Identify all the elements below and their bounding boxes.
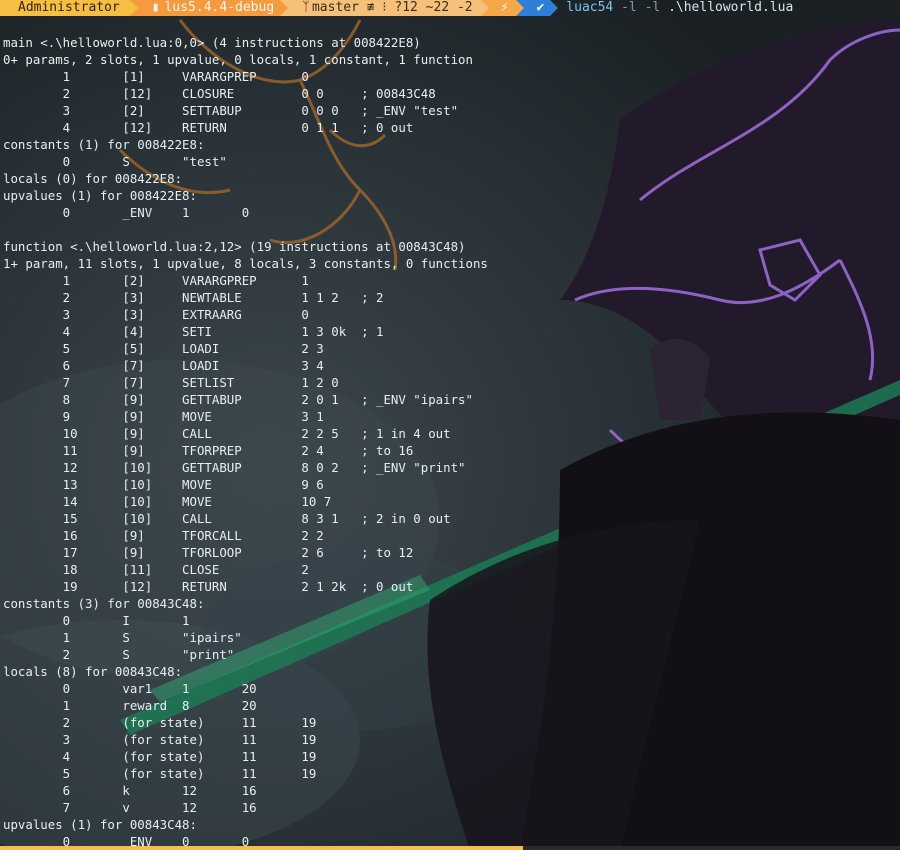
prompt-user: Administrator — [18, 0, 120, 15]
output-line: 6 k 12 16 — [3, 783, 257, 798]
output-line: 5 [5] LOADI 2 3 — [3, 341, 324, 356]
output-line: constants (1) for 008422E8: — [3, 137, 205, 152]
output-line: 10 [9] CALL 2 2 5 ; 1 in 4 out — [3, 426, 451, 441]
output-line: 6 [7] LOADI 3 4 — [3, 358, 324, 373]
output-line: 17 [9] TFORLOOP 2 6 ; to 12 — [3, 545, 414, 560]
output-line: 2 (for state) 11 19 — [3, 715, 317, 730]
output-line: upvalues (1) for 008422E8: — [3, 188, 197, 203]
output-line: 3 [3] EXTRAARG 0 — [3, 307, 309, 322]
output-line: 2 [3] NEWTABLE 1 1 2 ; 2 — [3, 290, 384, 305]
output-line: function <.\helloworld.lua:2,12> (19 ins… — [3, 239, 466, 254]
command-flags: -l -l — [621, 0, 661, 15]
output-line: 14 [10] MOVE 10 7 — [3, 494, 332, 509]
output-line: 2 [12] CLOSURE 0 0 ; 00843C48 — [3, 86, 436, 101]
output-line: main <.\helloworld.lua:0,0> (4 instructi… — [3, 35, 421, 50]
prompt-separator-arrow — [516, 0, 525, 16]
command-executable: luac54 — [566, 0, 614, 15]
output-line: 1 [1] VARARGPREP 0 — [3, 69, 309, 84]
output-line: 2 S "print" — [3, 647, 235, 662]
output-line: 19 [12] RETURN 2 1 2k ; 0 out — [3, 579, 414, 594]
output-line: 3 [2] SETTABUP 0 0 0 ; _ENV "test" — [3, 103, 459, 118]
output-line: locals (8) for 00843C48: — [3, 664, 183, 679]
prompt-separator-arrow — [129, 0, 138, 16]
output-line: 7 [7] SETLIST 1 2 0 — [3, 375, 339, 390]
prompt-directory-segment: ▮ lus5.4.4-debug — [137, 0, 281, 16]
prompt-admin-segment: ⚡ — [488, 0, 517, 16]
lightning-icon: ⚡ — [500, 0, 509, 15]
next-prompt-strip — [0, 846, 900, 850]
prompt-user-segment: Administrator — [0, 0, 130, 16]
output-line: 0+ params, 2 slots, 1 upvalue, 0 locals,… — [3, 52, 473, 67]
output-line: 16 [9] TFORCALL 2 2 — [3, 528, 324, 543]
output-line: 8 [9] GETTABUP 2 0 1 ; _ENV "ipairs" — [3, 392, 473, 407]
output-line: 0 _ENV 1 0 — [3, 205, 250, 220]
output-line: upvalues (1) for 00843C48: — [3, 817, 197, 832]
output-line: 0 var1 1 20 — [3, 681, 257, 696]
command-argument: .\helloworld.lua — [668, 0, 794, 15]
folder-icon: ▮ — [151, 0, 160, 15]
output-line: 1 reward 8 20 — [3, 698, 257, 713]
prompt-git-segment: ᛉ master ≢ ⁝ ?12 ~22 -2 — [288, 0, 481, 16]
output-line: 0 I 1 — [3, 613, 190, 628]
prompt-separator-arrow — [480, 0, 489, 16]
output-line: 11 [9] TFORPREP 2 4 ; to 16 — [3, 443, 414, 458]
output-line: 1 [2] VARARGPREP 1 — [3, 273, 309, 288]
output-line: 9 [9] MOVE 3 1 — [3, 409, 324, 424]
output-line: 12 [10] GETTABUP 8 0 2 ; _ENV "print" — [3, 460, 466, 475]
terminal-output: main <.\helloworld.lua:0,0> (4 instructi… — [3, 34, 488, 850]
output-line: 4 [12] RETURN 0 1 1 ; 0 out — [3, 120, 414, 135]
output-line: constants (3) for 00843C48: — [3, 596, 205, 611]
output-line: locals (0) for 008422E8: — [3, 171, 183, 186]
prompt-status-segment: ✔ — [524, 0, 551, 16]
output-line: 15 [10] CALL 8 3 1 ; 2 in 0 out — [3, 511, 451, 526]
check-icon: ✔ — [536, 0, 545, 15]
output-line: 7 v 12 16 — [3, 800, 257, 815]
output-line: 4 (for state) 11 19 — [3, 749, 317, 764]
shell-prompt: Administrator ▮ lus5.4.4-debug ᛉ master … — [0, 0, 900, 16]
prompt-separator-arrow — [550, 0, 559, 16]
branch-icon: ᛉ — [302, 0, 310, 15]
output-line: 5 (for state) 11 19 — [3, 766, 317, 781]
output-line: 3 (for state) 11 19 — [3, 732, 317, 747]
output-line: 1+ param, 11 slots, 1 upvalue, 8 locals,… — [3, 256, 488, 271]
prompt-separator-arrow — [280, 0, 289, 16]
prompt-directory: lus5.4.4-debug — [164, 0, 275, 15]
output-line: 4 [4] SETI 1 3 0k ; 1 — [3, 324, 384, 339]
prompt-git-status: master ≢ ⁝ ?12 ~22 -2 — [311, 0, 473, 15]
output-line: 0 S "test" — [3, 154, 227, 169]
output-line: 13 [10] MOVE 9 6 — [3, 477, 324, 492]
command-line[interactable]: luac54 -l -l .\helloworld.lua — [558, 0, 793, 16]
output-line: 1 S "ipairs" — [3, 630, 242, 645]
output-line: 18 [11] CLOSE 2 — [3, 562, 309, 577]
